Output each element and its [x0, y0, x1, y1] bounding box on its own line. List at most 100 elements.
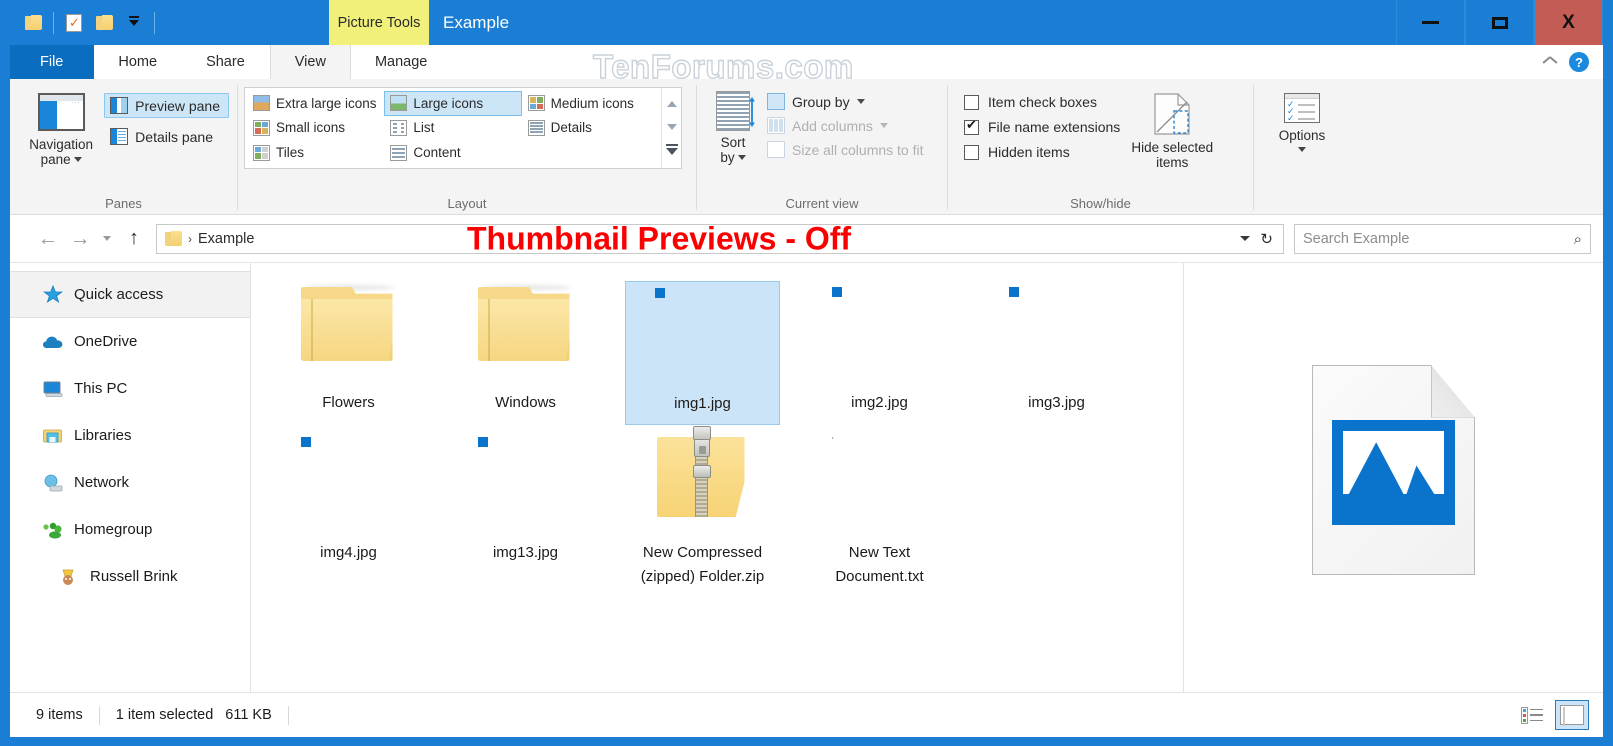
sort-by-label-1: Sort: [720, 135, 746, 150]
recent-locations-button[interactable]: [96, 223, 118, 255]
panes-toggle-list: Preview pane Details pane: [104, 85, 229, 192]
sidebar-item-russell-brink[interactable]: Russell Brink: [10, 553, 250, 600]
file-item-text-document[interactable]: New Text Document.txt: [802, 431, 957, 597]
file-item-img3[interactable]: img3.jpg: [979, 281, 1134, 425]
file-item-img4[interactable]: img4.jpg: [271, 431, 426, 597]
tab-file[interactable]: File: [10, 45, 95, 79]
minimize-button[interactable]: [1396, 0, 1465, 45]
properties-icon: ✓: [66, 13, 82, 32]
layout-medium-icons[interactable]: Medium icons: [522, 91, 659, 116]
scroll-up-icon[interactable]: [666, 100, 677, 107]
qat-separator: [53, 11, 54, 34]
tab-share[interactable]: Share: [182, 45, 270, 79]
preview-jpg-icon: [1312, 365, 1475, 575]
file-item-flowers[interactable]: Flowers: [271, 281, 426, 425]
status-separator-2: [287, 705, 289, 725]
breadcrumb[interactable]: › Example: [165, 231, 254, 247]
folder-icon: [477, 285, 574, 383]
chevron-down-icon: [879, 123, 888, 128]
sidebar-item-this-pc[interactable]: This PC: [10, 365, 250, 412]
layout-extra-large-icons[interactable]: Extra large icons: [247, 91, 384, 116]
sort-by-button[interactable]: Sort by: [705, 85, 761, 192]
sidebar-item-network[interactable]: Network: [10, 459, 250, 506]
layout-large-icons[interactable]: Large icons: [384, 91, 522, 116]
layout-small-icons[interactable]: Small icons: [247, 116, 384, 141]
qat-folder-icon[interactable]: [18, 8, 48, 38]
close-button[interactable]: X: [1534, 0, 1603, 45]
search-box[interactable]: Search Example ⌕: [1294, 223, 1591, 254]
help-icon[interactable]: ?: [1569, 52, 1589, 72]
layout-gallery-scrollbar[interactable]: [661, 88, 681, 168]
tab-manage[interactable]: Manage: [350, 45, 453, 79]
file-item-windows[interactable]: Windows: [448, 281, 603, 425]
chevron-down-icon[interactable]: [1240, 236, 1251, 241]
file-item-zip[interactable]: New Compressed (zipped) Folder.zip: [625, 426, 780, 597]
more-options-icon[interactable]: [665, 144, 678, 156]
tab-manage-label: Manage: [374, 54, 428, 70]
status-bar: 9 items 1 item selected 611 KB: [10, 692, 1603, 737]
sidebar-item-homegroup[interactable]: Homegroup: [10, 506, 250, 553]
file-name-extensions-option[interactable]: File name extensions: [964, 118, 1121, 135]
layout-list[interactable]: List: [384, 116, 521, 141]
group-label-options: [1254, 192, 1350, 214]
small-icons-icon: [253, 119, 270, 136]
layout-item-label: Details: [550, 120, 592, 136]
hidden-items-option[interactable]: Hidden items: [964, 144, 1120, 160]
file-name-label: Flowers: [322, 394, 375, 411]
jpg-file-icon: [1007, 287, 1105, 383]
sidebar-item-quick-access[interactable]: Quick access: [10, 271, 250, 318]
group-by-icon: [767, 93, 785, 110]
address-field-actions: ↻: [1240, 230, 1279, 248]
file-name-extensions-label: File name extensions: [988, 119, 1121, 135]
file-name-extensions-checkbox[interactable]: [964, 118, 979, 135]
breadcrumb-separator: ›: [188, 231, 192, 246]
item-check-boxes-checkbox[interactable]: [964, 94, 979, 110]
item-check-boxes-option[interactable]: Item check boxes: [964, 94, 1120, 110]
tab-home[interactable]: Home: [94, 45, 183, 79]
up-button[interactable]: ↑: [118, 223, 150, 255]
search-input[interactable]: Search Example: [1303, 231, 1409, 247]
file-name-label: img1.jpg: [674, 395, 731, 412]
hidden-items-checkbox[interactable]: [964, 144, 979, 160]
window-border-left: [0, 0, 10, 746]
zip-file-icon: [655, 426, 751, 533]
chevron-down-icon: [1298, 147, 1306, 152]
back-button[interactable]: ←: [32, 223, 64, 255]
refresh-icon[interactable]: ↻: [1260, 230, 1273, 248]
file-list-view[interactable]: Flowers Windows img1.jpg img2.jpg img3.j…: [251, 263, 1183, 692]
breadcrumb-path[interactable]: Example: [198, 231, 254, 247]
scroll-down-icon[interactable]: [666, 124, 677, 131]
forward-button[interactable]: →: [64, 223, 96, 255]
maximize-button[interactable]: [1465, 0, 1534, 45]
navigation-pane-button[interactable]: ··· Navigation pane: [18, 85, 104, 192]
tab-view[interactable]: View: [269, 45, 351, 79]
layout-content[interactable]: Content: [384, 140, 521, 165]
layout-details[interactable]: Details: [522, 116, 659, 141]
add-columns-button[interactable]: Add columns: [767, 117, 924, 134]
sort-by-icon: [716, 91, 755, 131]
qat-customize-button[interactable]: [119, 8, 149, 38]
contextual-tab-picture-tools[interactable]: Picture Tools: [329, 0, 429, 45]
sidebar-item-onedrive[interactable]: OneDrive: [10, 318, 250, 365]
chevron-up-icon[interactable]: [1543, 58, 1557, 67]
options-button[interactable]: ✓ ✓ ✓ Options: [1262, 85, 1342, 192]
file-item-img13[interactable]: img13.jpg: [448, 431, 603, 597]
file-item-img1[interactable]: img1.jpg: [625, 281, 780, 425]
details-pane-button[interactable]: Details pane: [104, 124, 229, 149]
details-view-button[interactable]: [1515, 700, 1549, 730]
chevron-down-icon: [103, 236, 111, 241]
large-icons-view-button[interactable]: [1555, 700, 1589, 730]
qat-properties-button[interactable]: ✓: [59, 8, 89, 38]
chevron-down-icon: [129, 15, 139, 26]
size-all-columns-button[interactable]: Size all columns to fit: [767, 141, 924, 158]
forward-icon: →: [69, 226, 91, 250]
hide-selected-items-icon: [1154, 93, 1190, 135]
hide-selected-items-button[interactable]: Hide selected items: [1120, 85, 1224, 192]
ribbon-tab-strip-actions: ?: [1543, 45, 1603, 79]
layout-tiles[interactable]: Tiles: [247, 140, 384, 165]
sidebar-item-libraries[interactable]: Libraries: [10, 412, 250, 459]
file-item-img2[interactable]: img2.jpg: [802, 281, 957, 425]
qat-new-folder-button[interactable]: [89, 8, 119, 38]
group-by-button[interactable]: Group by: [767, 93, 924, 110]
preview-pane-button[interactable]: Preview pane: [104, 93, 229, 118]
